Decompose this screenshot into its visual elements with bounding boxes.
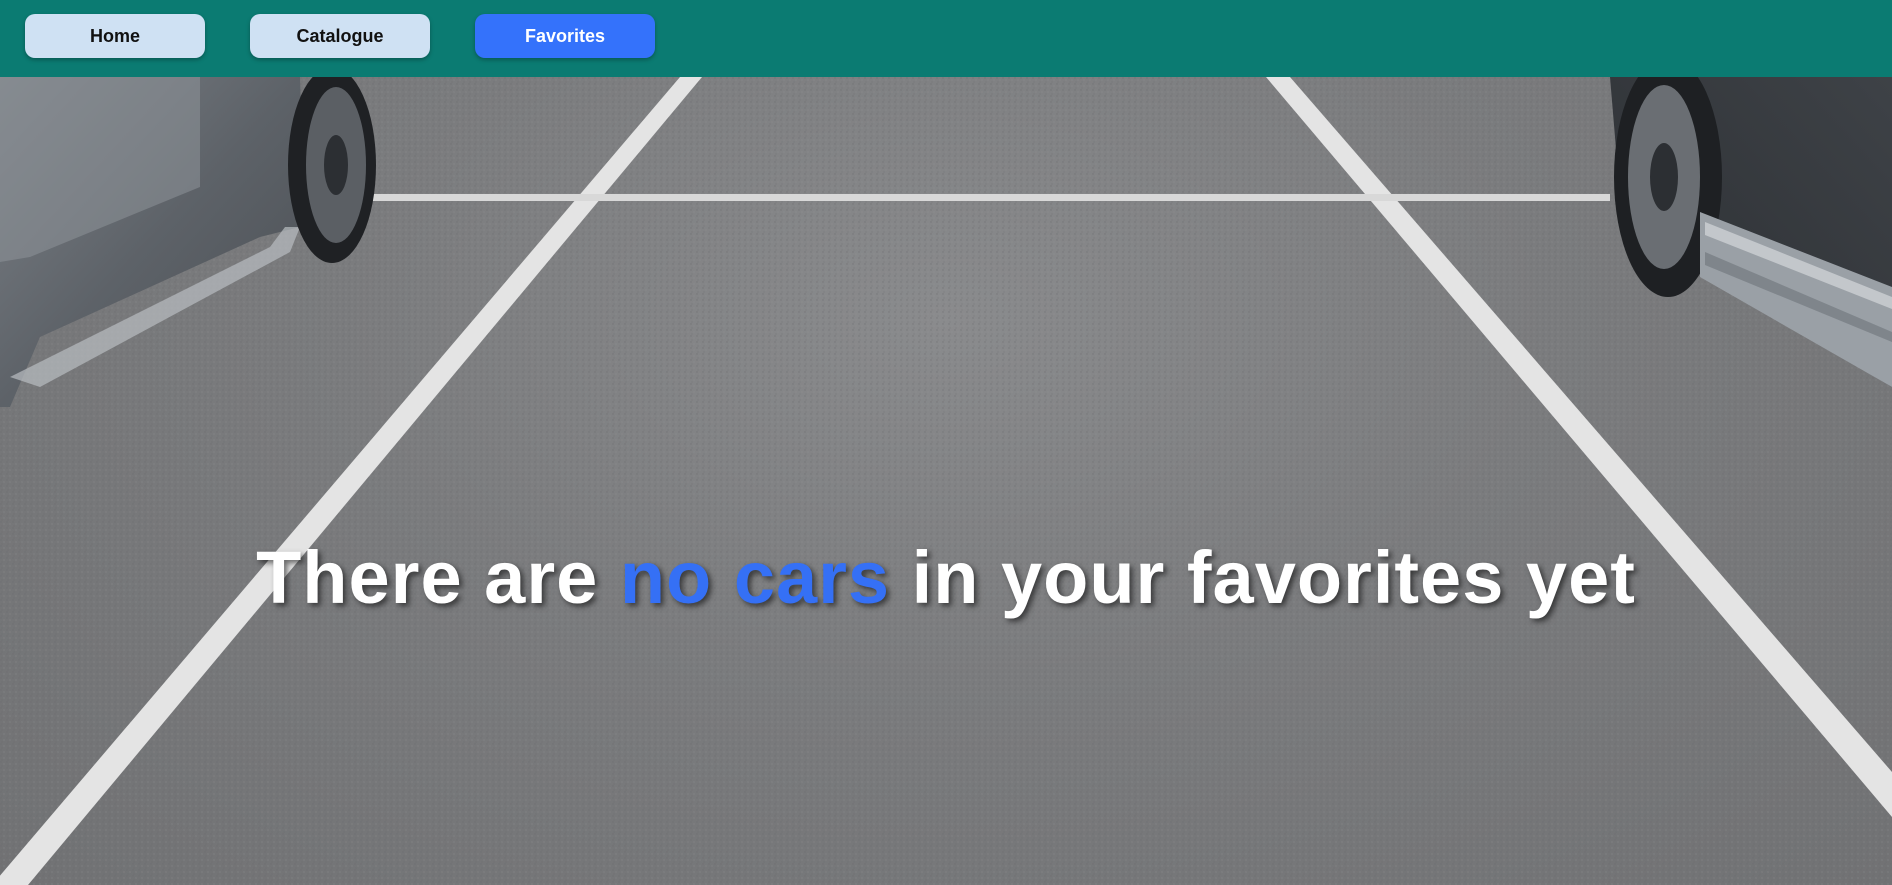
empty-favorites-message: There are no cars in your favorites yet — [0, 535, 1892, 620]
parking-lot-image — [0, 77, 1892, 885]
message-highlight: no cars — [619, 535, 891, 619]
hero-background: There are no cars in your favorites yet — [0, 77, 1892, 885]
favorites-page: Home Catalogue Favorites There are no ca… — [0, 0, 1892, 885]
nav-favorites-button[interactable]: Favorites — [475, 14, 655, 58]
nav-catalogue-button[interactable]: Catalogue — [250, 14, 430, 58]
nav-home-button[interactable]: Home — [25, 14, 205, 58]
message-text-after: in your favorites yet — [890, 535, 1636, 619]
message-text-before: There are — [256, 535, 620, 619]
parking-line-horizontal — [372, 194, 1610, 201]
top-navbar: Home Catalogue Favorites — [0, 0, 1892, 77]
